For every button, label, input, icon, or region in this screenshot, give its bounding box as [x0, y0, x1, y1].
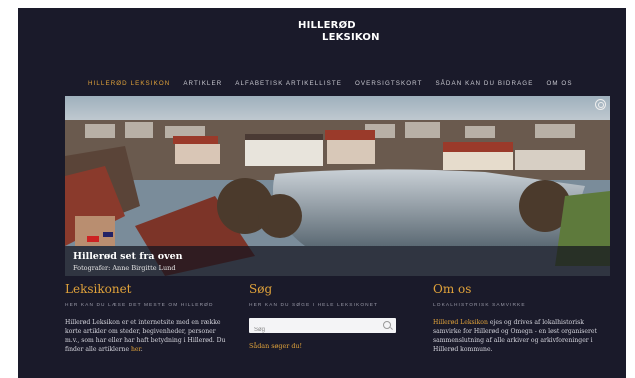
leksikonet-tail: .	[140, 346, 143, 354]
section-sog: Søg HER KAN DU SØGE I HELE LEKSIKONET Så…	[249, 282, 409, 350]
search-input[interactable]	[249, 322, 379, 338]
section-om-os: Om os LOKALHISTORISK SAMVIRKE Hillerød L…	[433, 282, 605, 354]
hero-caption: Hillerød set fra oven Fotografer: Anne B…	[65, 246, 610, 276]
hero-image: Hillerød set fra oven Fotografer: Anne B…	[65, 96, 610, 276]
leksikonet-subheading: HER KAN DU LÆSE DET MESTE OM HILLERØD	[65, 303, 214, 308]
nav-item-oversigtskort[interactable]: OVERSIGTSKORT	[355, 80, 422, 87]
section-leksikonet: Leksikonet HER KAN DU LÆSE DET MESTE OM …	[65, 282, 230, 354]
omos-link-hillerod-leksikon[interactable]: Hillerød Leksikon	[433, 319, 488, 326]
leksikonet-body: Hillerød Leksikon er et internetsite med…	[65, 318, 230, 354]
search-icon[interactable]	[383, 321, 391, 329]
nav-item-alfabetisk-artikelliste[interactable]: ALFABETISK ARTIKELLISTE	[235, 80, 342, 87]
nav-item-artikler[interactable]: ARTIKLER	[183, 80, 222, 87]
site-logo[interactable]: HILLERØD LEKSIKON	[298, 20, 380, 44]
nav-item-hillerod-leksikon[interactable]: HILLERØD LEKSIKON	[88, 80, 170, 87]
logo-line-2: LEKSIKON	[322, 32, 380, 43]
omos-heading: Om os	[433, 282, 472, 296]
leksikonet-heading: Leksikonet	[65, 282, 132, 296]
circle-target-icon[interactable]	[595, 99, 606, 110]
nav-item-bidrage[interactable]: SÅDAN KAN DU BIDRAGE	[435, 80, 533, 87]
sog-subheading: HER KAN DU SØGE I HELE LEKSIKONET	[249, 303, 379, 308]
page: HILLERØD LEKSIKON HILLERØD LEKSIKON ARTI…	[18, 8, 626, 378]
search-howto-link[interactable]: Sådan søger du!	[249, 342, 409, 350]
sog-heading: Søg	[249, 282, 273, 296]
hero-title: Hillerød set fra oven	[73, 251, 183, 262]
omos-body: Hillerød Leksikon ejes og drives af loka…	[433, 318, 605, 354]
search-box	[249, 318, 396, 338]
main-nav: HILLERØD LEKSIKON ARTIKLER ALFABETISK AR…	[88, 80, 606, 87]
leksikonet-text: Hillerød Leksikon er et internetsite med…	[65, 319, 226, 354]
hero-credit: Fotografer: Anne Birgitte Lund	[73, 264, 176, 272]
omos-subheading: LOKALHISTORISK SAMVIRKE	[433, 303, 526, 308]
leksikonet-link-her[interactable]: her	[131, 346, 141, 353]
nav-item-om-os[interactable]: OM OS	[546, 80, 572, 87]
logo-line-1: HILLERØD	[298, 20, 356, 31]
